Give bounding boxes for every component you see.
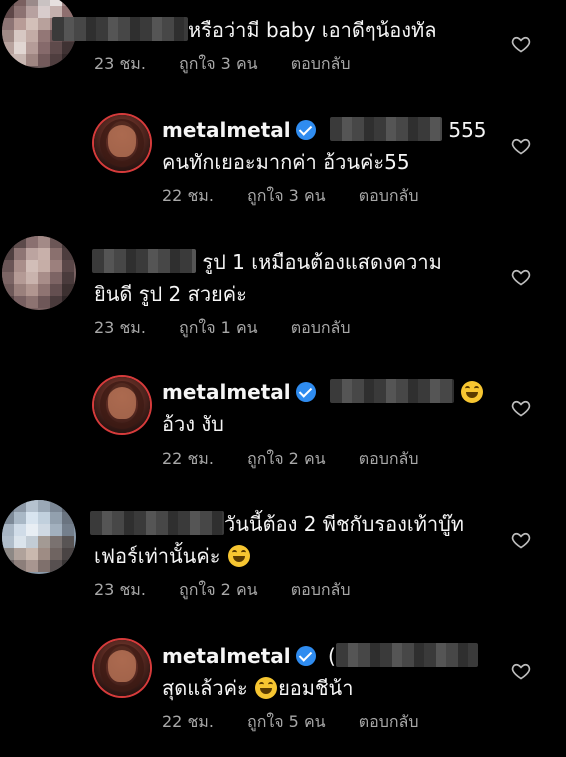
- reply-button[interactable]: ตอบกลับ: [291, 54, 351, 73]
- verified-badge-icon: [295, 382, 316, 402]
- comment-time: 22 ชม.: [162, 449, 214, 468]
- comment-time: 23 ชม.: [94, 318, 146, 337]
- avatar[interactable]: [2, 500, 76, 574]
- like-count[interactable]: ถูกใจ 2 คน: [247, 449, 326, 468]
- comment-body: 555: [448, 118, 487, 142]
- like-count[interactable]: ถูกใจ 1 คน: [179, 318, 258, 337]
- heart-outline-icon[interactable]: [511, 267, 531, 287]
- reply-button[interactable]: ตอบกลับ: [359, 712, 419, 731]
- comment-meta: 23 ชม. ถูกใจ 1 คน ตอบกลับ: [94, 316, 379, 341]
- like-count[interactable]: ถูกใจ 5 คน: [247, 712, 326, 731]
- comment-body: สุดแล้วค่ะ: [162, 676, 248, 700]
- username[interactable]: metalmetal: [162, 380, 291, 404]
- comment-body: ยอมชีน้า: [278, 676, 354, 700]
- like-count[interactable]: ถูกใจ 3 คน: [179, 54, 258, 73]
- comment-time: 22 ชม.: [162, 712, 214, 731]
- comment-text-line: อ้วง งับ: [162, 408, 224, 440]
- avatar[interactable]: [94, 377, 150, 433]
- like-count[interactable]: ถูกใจ 2 คน: [179, 580, 258, 599]
- redacted-mention: [335, 643, 478, 667]
- reply-button[interactable]: ตอบกลับ: [291, 318, 351, 337]
- mention-prefix: (: [328, 644, 336, 668]
- comment-text-line: คนทักเยอะมากค่า อ้วนค่ะ55: [162, 146, 410, 178]
- heart-outline-icon[interactable]: [511, 34, 531, 54]
- redacted-mention: [330, 379, 454, 403]
- comment-body: หรือว่ามี baby เอาดีๆน้องทัล: [188, 18, 437, 42]
- redacted-username: [92, 249, 196, 273]
- redacted-mention: [330, 117, 442, 141]
- heart-outline-icon[interactable]: [511, 661, 531, 681]
- comment-text: metalmetal: [162, 376, 484, 408]
- heart-outline-icon[interactable]: [511, 136, 531, 156]
- grinning-sweat-emoji: [255, 677, 278, 699]
- reply-button[interactable]: ตอบกลับ: [291, 580, 351, 599]
- avatar[interactable]: [2, 236, 76, 310]
- verified-badge-icon: [295, 646, 316, 666]
- grinning-sweat-emoji: [227, 545, 250, 567]
- comment-text: วันนี้ต้อง 2 พีชกับรองเท้าบู๊ท: [90, 508, 464, 540]
- comment-body: เฟอร์เท่านั้นค่ะ: [94, 544, 221, 568]
- verified-badge-icon: [295, 120, 316, 140]
- comment-body: วันนี้ต้อง 2 พีชกับรองเท้าบู๊ท: [224, 512, 464, 536]
- grinning-sweat-emoji: [461, 381, 484, 403]
- comment-body: อ้วง งับ: [162, 412, 224, 436]
- comment-meta: 22 ชม. ถูกใจ 3 คน ตอบกลับ: [162, 184, 447, 209]
- comment-meta: 23 ชม. ถูกใจ 3 คน ตอบกลับ: [94, 52, 379, 77]
- redacted-username: [90, 511, 224, 535]
- comment-text: metalmetal 555: [162, 114, 487, 146]
- like-count[interactable]: ถูกใจ 3 คน: [247, 186, 326, 205]
- username[interactable]: metalmetal: [162, 644, 291, 668]
- comment-text-line: ยินดี รูป 2 สวยค่ะ: [94, 278, 247, 310]
- comment-body: ยินดี รูป 2 สวยค่ะ: [94, 282, 247, 306]
- comment-text: รูป 1 เหมือนต้องแสดงความ: [92, 246, 442, 278]
- reply-button[interactable]: ตอบกลับ: [359, 449, 419, 468]
- comment-meta: 22 ชม. ถูกใจ 5 คน ตอบกลับ: [162, 710, 447, 735]
- heart-outline-icon[interactable]: [511, 398, 531, 418]
- avatar[interactable]: [94, 115, 150, 171]
- username[interactable]: metalmetal: [162, 118, 291, 142]
- comment-body: รูป 1 เหมือนต้องแสดงความ: [202, 250, 442, 274]
- comment-body: คนทักเยอะมากค่า อ้วนค่ะ55: [162, 150, 410, 174]
- heart-outline-icon[interactable]: [511, 530, 531, 550]
- comment-meta: 22 ชม. ถูกใจ 2 คน ตอบกลับ: [162, 447, 447, 472]
- comment-meta: 23 ชม. ถูกใจ 2 คน ตอบกลับ: [94, 578, 379, 603]
- comment-text: หรือว่ามี baby เอาดีๆน้องทัล: [52, 14, 436, 46]
- comment-time: 23 ชม.: [94, 580, 146, 599]
- comment-time: 23 ชม.: [94, 54, 146, 73]
- avatar[interactable]: [94, 640, 150, 696]
- redacted-username: [52, 17, 188, 41]
- comment-time: 22 ชม.: [162, 186, 214, 205]
- reply-button[interactable]: ตอบกลับ: [359, 186, 419, 205]
- comment-text-line: สุดแล้วค่ะ ยอมชีน้า: [162, 672, 353, 704]
- comment-text-line: เฟอร์เท่านั้นค่ะ: [94, 540, 251, 572]
- comment-text: metalmetal (: [162, 640, 478, 672]
